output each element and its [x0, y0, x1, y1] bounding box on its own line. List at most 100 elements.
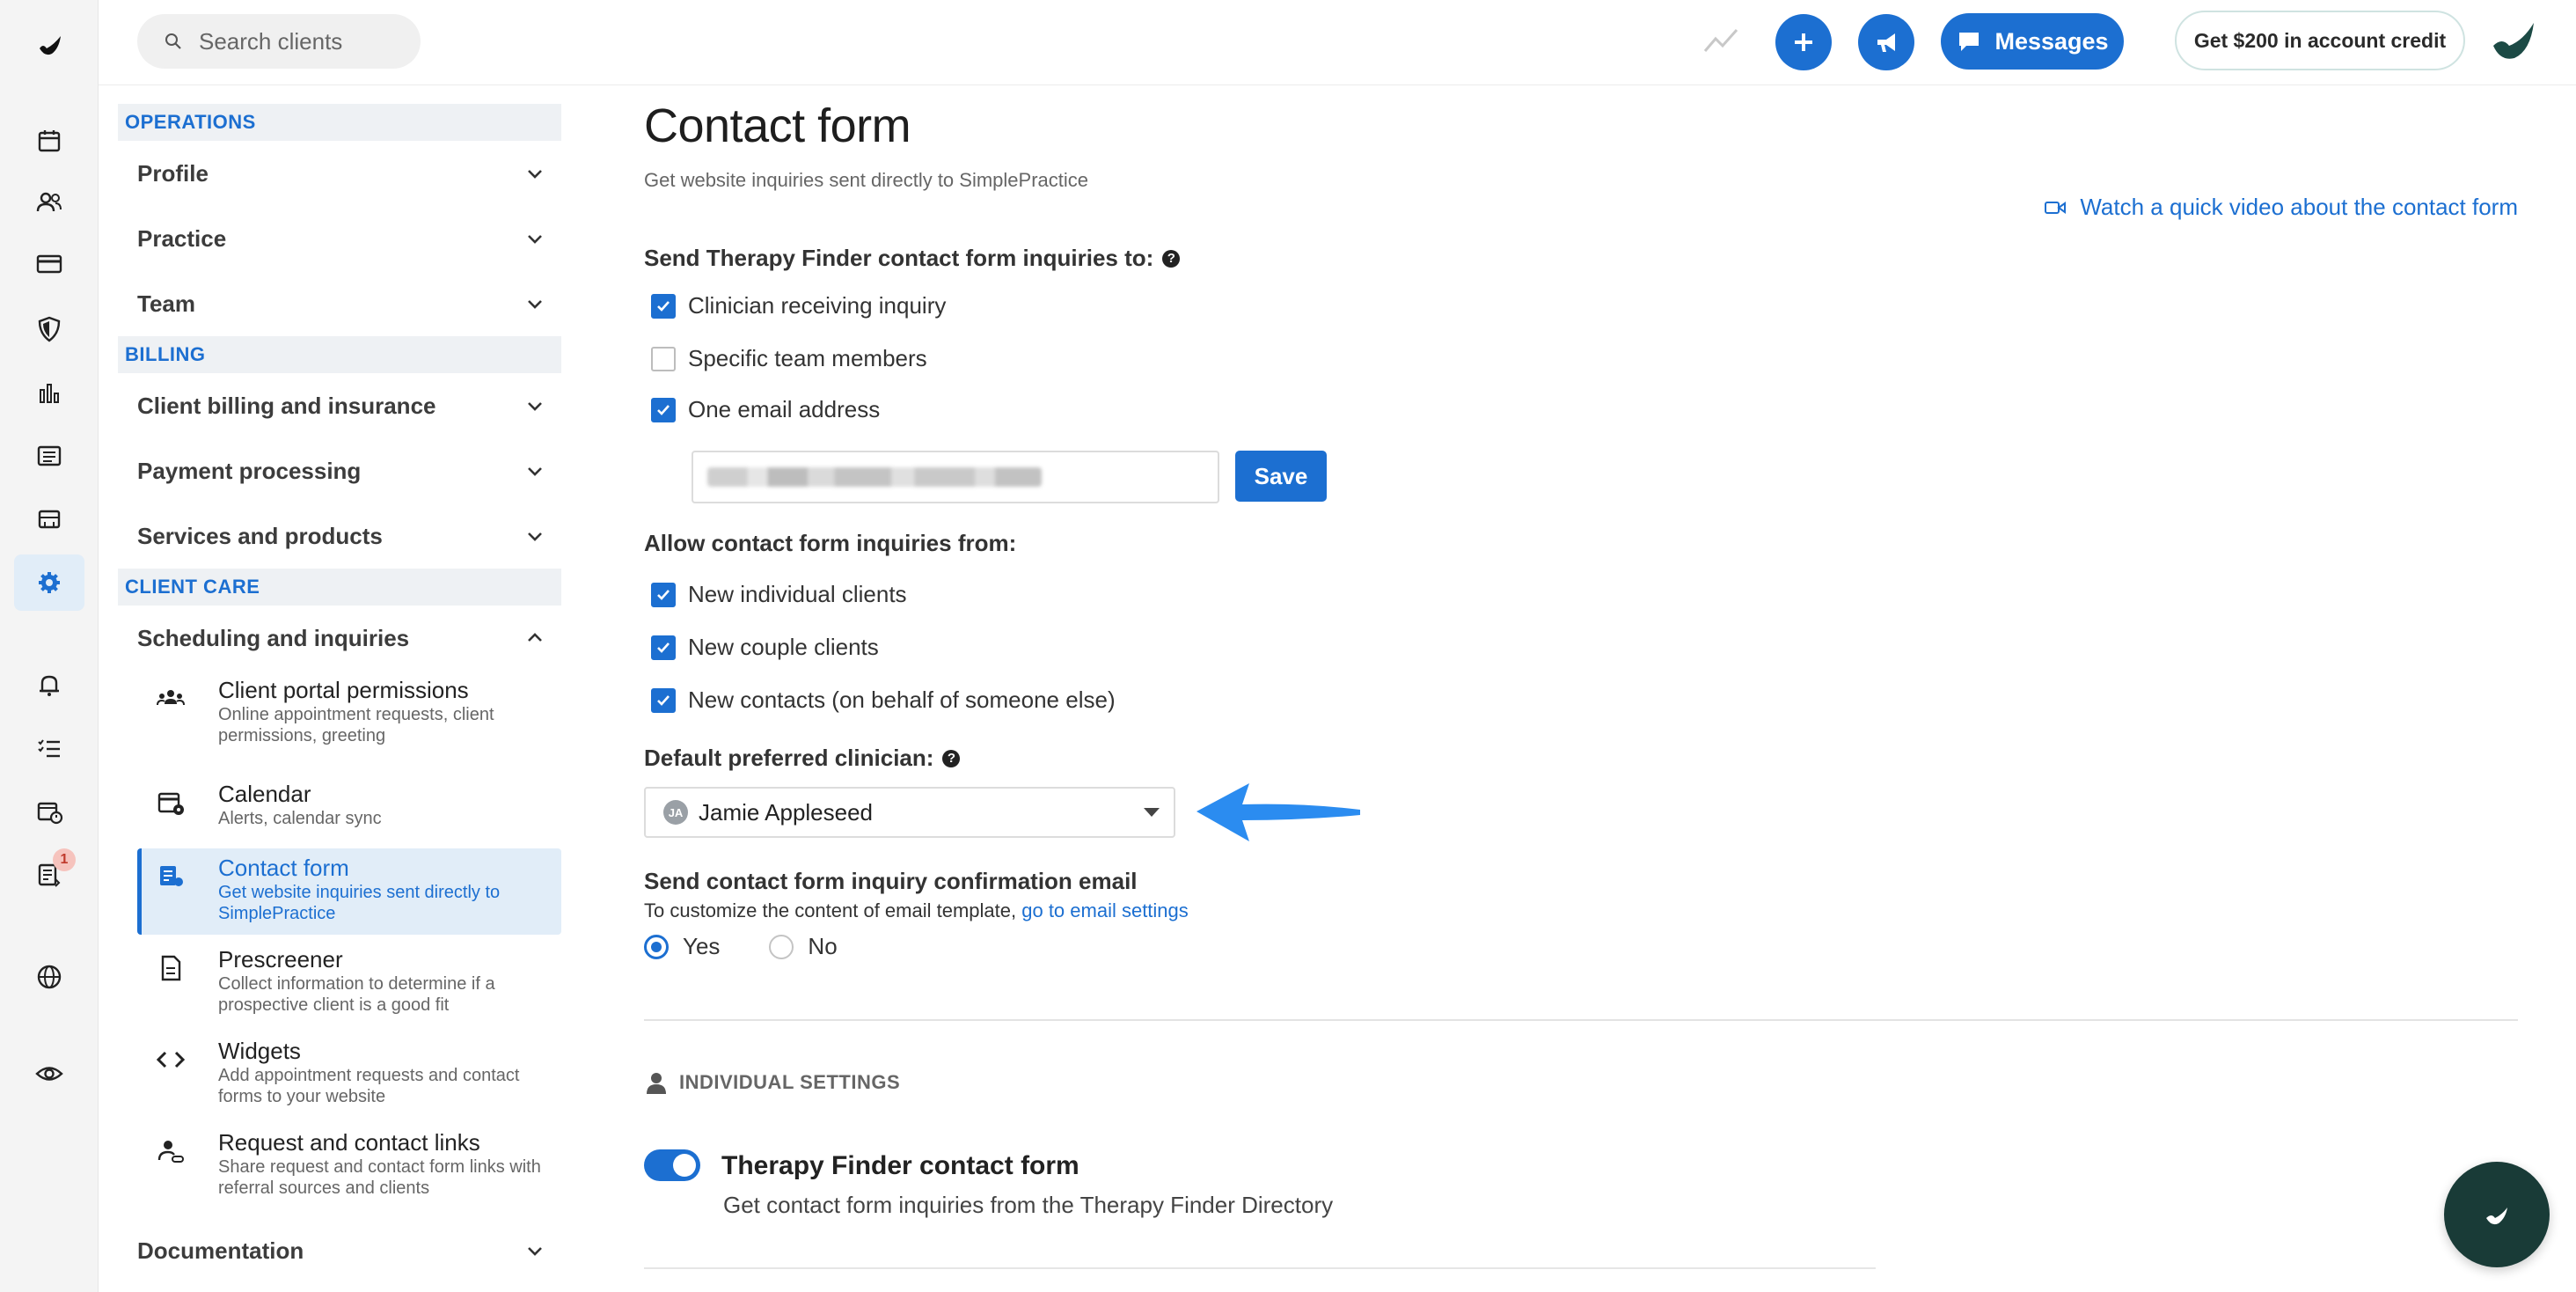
search-bar[interactable]	[137, 14, 421, 69]
calendar-icon[interactable]	[14, 113, 84, 169]
nav-group-practice[interactable]: Practice	[118, 206, 561, 271]
nav-item-title: Calendar	[218, 781, 311, 807]
radio-no-label: No	[808, 933, 838, 959]
nav-item-title: Prescreener	[218, 946, 343, 973]
add-button[interactable]	[1775, 14, 1832, 70]
chevron-down-icon	[528, 235, 542, 244]
checkbox[interactable]	[651, 397, 676, 422]
people-group-icon	[157, 690, 185, 706]
appointments-icon[interactable]	[14, 783, 84, 840]
video-camera-icon	[2045, 201, 2067, 214]
radio-no[interactable]	[769, 934, 794, 959]
icon-rail: 1	[0, 0, 99, 1292]
nav-group-profile[interactable]: Profile	[118, 141, 561, 206]
contact-form-icon	[160, 866, 183, 886]
chevron-down-icon	[528, 300, 542, 309]
checkbox[interactable]	[651, 687, 676, 713]
nav-section-billing: BILLING	[118, 336, 561, 373]
checkbox-new-couple[interactable]: New couple clients	[651, 634, 879, 661]
checkmark-icon	[657, 642, 670, 653]
checkbox[interactable]	[651, 582, 676, 607]
person-link-icon	[157, 1141, 184, 1163]
trend-icon[interactable]	[1703, 25, 1738, 56]
avatar: JA	[663, 800, 688, 825]
default-clinician-text: Default preferred clinician:	[644, 745, 934, 771]
help-icon[interactable]: ?	[942, 749, 961, 767]
help-chat-button[interactable]	[2444, 1162, 2550, 1267]
watch-video-label: Watch a quick video about the contact fo…	[2080, 194, 2518, 220]
search-input[interactable]	[199, 27, 410, 55]
allow-from-label: Allow contact form inquiries from:	[644, 530, 1017, 556]
default-clinician-select[interactable]: JA Jamie Appleseed	[644, 787, 1175, 838]
clients-icon[interactable]	[14, 174, 84, 231]
analytics-icon[interactable]	[14, 364, 84, 421]
toggle-description: Get contact form inquiries from the Ther…	[723, 1192, 1334, 1218]
chevron-up-icon	[528, 633, 542, 642]
marketplace-icon[interactable]	[14, 491, 84, 547]
page-title: Contact form	[644, 99, 911, 152]
nav-group-payment-processing[interactable]: Payment processing	[118, 438, 561, 503]
help-icon[interactable]: ?	[1162, 249, 1181, 268]
nav-group-documentation[interactable]: Documentation	[118, 1218, 561, 1283]
account-credit-button[interactable]: Get $200 in account credit	[2175, 11, 2465, 70]
nav-group-scheduling[interactable]: Scheduling and inquiries	[118, 606, 561, 671]
insurance-shield-icon[interactable]	[14, 301, 84, 357]
checkbox-label: Specific team members	[688, 345, 927, 371]
page-subtitle: Get website inquiries sent directly to S…	[644, 169, 1088, 191]
code-icon	[156, 1051, 186, 1068]
simplepractice-logo-icon[interactable]	[2488, 16, 2539, 67]
checkbox-label: Clinician receiving inquiry	[688, 292, 947, 319]
nav-group-services-products[interactable]: Services and products	[118, 503, 561, 569]
logo-icon[interactable]	[14, 18, 84, 74]
billing-card-icon[interactable]	[14, 236, 84, 292]
email-field[interactable]	[692, 451, 1219, 503]
radio-yes-label: Yes	[683, 933, 721, 959]
nav-item-calendar[interactable]: Calendar Alerts, calendar sync	[137, 774, 561, 841]
checkbox-new-contacts[interactable]: New contacts (on behalf of someone else)	[651, 686, 1116, 714]
nav-item-widgets[interactable]: Widgets Add appointment requests and con…	[137, 1031, 561, 1121]
checkmark-icon	[657, 300, 670, 312]
messages-button[interactable]: Messages	[1941, 13, 2124, 70]
settings-gear-icon[interactable]	[14, 554, 84, 611]
website-globe-icon[interactable]	[14, 949, 84, 1005]
nav-item-client-portal-permissions[interactable]: Client portal permissions Online appoint…	[137, 671, 561, 760]
checkbox-one-email[interactable]: One email address	[651, 396, 880, 423]
nav-item-contact-form[interactable]: Contact form Get website inquiries sent …	[137, 848, 561, 935]
email-settings-link[interactable]: go to email settings	[1021, 899, 1189, 921]
radio-yes[interactable]	[644, 934, 669, 959]
watch-video-link[interactable]: Watch a quick video about the contact fo…	[2045, 194, 2518, 221]
customize-text: To customize the content of email templa…	[644, 899, 1189, 922]
nav-group-label: Practice	[137, 224, 227, 252]
reports-icon[interactable]	[14, 428, 84, 484]
redacted-email	[707, 467, 1042, 487]
notifications-bell-icon[interactable]	[14, 657, 84, 713]
bottom-divider	[644, 1267, 1876, 1269]
nav-item-prescreener[interactable]: Prescreener Collect information to deter…	[137, 940, 561, 1030]
checkbox-specific-team-members[interactable]: Specific team members	[651, 345, 927, 372]
nav-item-request-contact-links[interactable]: Request and contact links Share request …	[137, 1123, 561, 1213]
checkbox[interactable]	[651, 635, 676, 660]
checkbox-clinician-receiving[interactable]: Clinician receiving inquiry	[651, 292, 946, 319]
nav-group-team[interactable]: Team	[118, 271, 561, 336]
announcements-button[interactable]	[1858, 14, 1914, 70]
tasks-list-icon[interactable]	[14, 720, 84, 776]
checkbox-new-individual[interactable]: New individual clients	[651, 581, 907, 608]
nav-group-label: Services and products	[137, 522, 383, 549]
nav-item-desc: Share request and contact form links wit…	[218, 1157, 541, 1198]
checkbox[interactable]	[651, 346, 676, 371]
send-to-text: Send Therapy Finder contact form inquiri…	[644, 245, 1154, 271]
checkbox-label: New couple clients	[688, 634, 879, 660]
requests-icon[interactable]: 1	[14, 847, 84, 903]
save-button[interactable]: Save	[1235, 451, 1327, 502]
chevron-down-icon	[528, 467, 542, 476]
nav-group-client-billing[interactable]: Client billing and insurance	[118, 373, 561, 438]
nav-section-operations: OPERATIONS	[118, 104, 561, 141]
megaphone-icon	[1877, 33, 1895, 52]
simplepractice-mark-icon	[2486, 1208, 2507, 1225]
therapy-finder-toggle[interactable]	[644, 1149, 700, 1181]
nav-item-title: Contact form	[218, 855, 349, 881]
checkmark-icon	[657, 404, 670, 415]
eye-icon[interactable]	[14, 1046, 84, 1102]
checkbox[interactable]	[651, 293, 676, 319]
chevron-down-icon	[528, 170, 542, 179]
